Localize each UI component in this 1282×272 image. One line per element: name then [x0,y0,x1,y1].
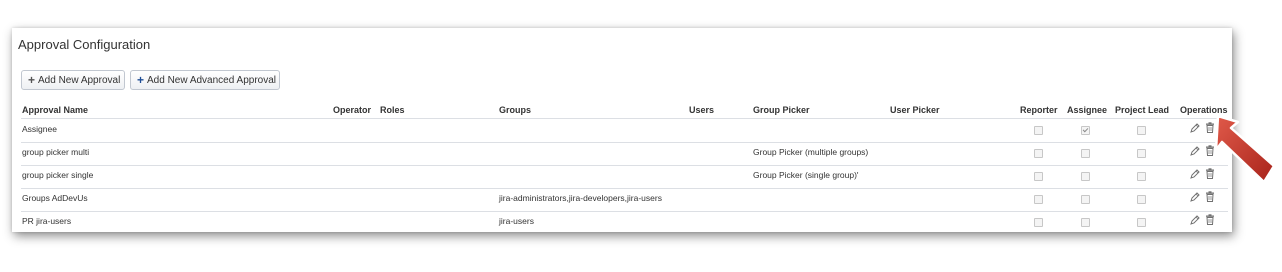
pencil-icon[interactable] [1190,214,1200,225]
row-group-picker: Group Picker (single group)' [753,170,859,180]
red-arrow-icon [1214,114,1276,184]
add-new-advanced-approval-button[interactable]: + Add New Advanced Approval [130,70,280,90]
row-divider [21,142,1228,143]
row-approval-name: group picker single [22,170,94,180]
row-groups: jira-users [499,216,534,226]
assignee-checkbox [1081,195,1090,204]
row-divider [21,165,1228,166]
add-new-advanced-approval-label: Add New Advanced Approval [147,74,276,86]
reporter-checkbox [1034,172,1043,181]
pencil-icon[interactable] [1190,122,1200,133]
header-roles: Roles [380,105,405,115]
trash-icon[interactable] [1205,214,1215,225]
plus-icon: + [137,73,145,87]
project-lead-checkbox [1137,126,1146,135]
add-new-approval-button[interactable]: + Add New Approval [21,70,125,90]
assignee-checkbox [1081,126,1090,135]
header-user-picker: User Picker [890,105,940,115]
header-assignee: Assignee [1067,105,1108,115]
assignee-checkbox [1081,149,1090,158]
assignee-checkbox [1081,218,1090,227]
reporter-checkbox [1034,218,1043,227]
row-approval-name: Groups AdDevUs [22,193,88,203]
page-title: Approval Configuration [18,37,151,52]
row-group-picker: Group Picker (multiple groups) [753,147,869,157]
pencil-icon[interactable] [1190,168,1200,179]
trash-icon[interactable] [1205,191,1215,202]
pencil-icon[interactable] [1190,191,1200,202]
screenshot-stage: Approval Configuration + Add New Approva… [0,0,1282,272]
row-approval-name: group picker multi [22,147,90,157]
row-groups: jira-administrators,jira-developers,jira… [499,193,662,203]
project-lead-checkbox [1137,218,1146,227]
header-approval-name: Approval Name [22,105,89,115]
approval-configuration-panel: Approval Configuration + Add New Approva… [12,28,1232,232]
header-divider [21,118,1228,119]
plus-icon: + [28,73,36,87]
reporter-checkbox [1034,149,1043,158]
row-divider [21,211,1228,212]
reporter-checkbox [1034,195,1043,204]
project-lead-checkbox [1137,149,1146,158]
row-approval-name: Assignee [22,124,57,134]
pencil-icon[interactable] [1190,145,1200,156]
row-divider [21,188,1228,189]
project-lead-checkbox [1137,195,1146,204]
row-approval-name: PR jira-users [22,216,72,226]
add-new-approval-label: Add New Approval [38,74,121,86]
assignee-checkbox [1081,172,1090,181]
project-lead-checkbox [1137,172,1146,181]
reporter-checkbox [1034,126,1043,135]
header-group-picker: Group Picker [753,105,810,115]
header-project-lead: Project Lead [1115,105,1170,115]
header-users: Users [689,105,715,115]
header-groups: Groups [499,105,532,115]
header-operator: Operator [333,105,372,115]
header-reporter: Reporter [1020,105,1058,115]
